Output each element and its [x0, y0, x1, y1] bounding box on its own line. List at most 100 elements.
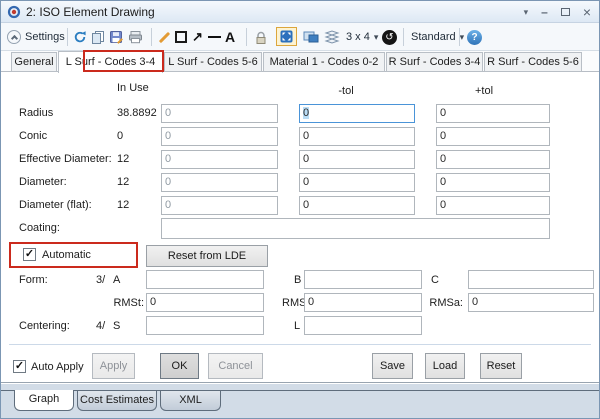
toolbar-separator	[67, 28, 68, 46]
diameter-flat-value-field[interactable]: 0	[161, 196, 278, 215]
toolbar: Settings	[1, 23, 599, 51]
chevron-down-icon: ▾	[460, 32, 465, 43]
form-a-label: A	[113, 274, 120, 286]
toolbar-separator	[246, 28, 247, 46]
reset-view-icon[interactable]: ↺	[382, 26, 397, 48]
settings-button[interactable]: Settings	[7, 26, 65, 48]
rmst-label: RMSt:	[106, 297, 144, 309]
save-icon[interactable]	[109, 26, 123, 48]
tab-r-surf-codes-5-6[interactable]: R Surf - Codes 5-6	[484, 52, 582, 72]
conic-value-field[interactable]: 0	[161, 127, 278, 146]
line-tool-icon[interactable]	[208, 26, 221, 48]
conic-in-use-value: 0	[117, 130, 123, 142]
fit-window-icon[interactable]	[276, 27, 297, 46]
lock-icon[interactable]	[254, 26, 268, 48]
diameter-flat-label: Diameter (flat):	[19, 199, 92, 211]
diameter-minus-tol-field[interactable]: 0	[299, 173, 415, 192]
radius-minus-tol-field[interactable]: 0	[299, 104, 415, 123]
radius-value-field[interactable]: 0	[161, 104, 278, 123]
form-c-label: C	[431, 274, 439, 286]
auto-apply-label: Auto Apply	[31, 361, 84, 373]
rmsi-field[interactable]: 0	[304, 293, 422, 312]
form-a-field[interactable]	[146, 270, 264, 289]
form-c-field[interactable]	[468, 270, 594, 289]
tab-general[interactable]: General	[11, 52, 57, 72]
centering-s-label: S	[113, 320, 120, 332]
radius-plus-tol-field[interactable]: 0	[436, 104, 550, 123]
style-preset-label: Standard	[411, 31, 456, 43]
ok-button[interactable]: OK	[160, 353, 199, 379]
auto-apply-checkbox[interactable]	[13, 360, 26, 373]
section-divider	[9, 344, 591, 345]
reset-button[interactable]: Reset	[480, 353, 522, 379]
window-menu-caret-icon[interactable]: ▾	[524, 1, 529, 23]
pencil-icon[interactable]	[158, 26, 172, 48]
close-button[interactable]: ×	[583, 1, 591, 23]
style-preset-dropdown[interactable]: Standard ▾	[411, 26, 464, 48]
arrow-tool-icon[interactable]: ↗	[192, 26, 203, 48]
automatic-checkbox[interactable]	[23, 248, 36, 261]
column-header-plus-tol: +tol	[464, 85, 504, 97]
effective-diameter-in-use-value: 12	[117, 153, 129, 165]
centering-s-field[interactable]	[146, 316, 264, 335]
reset-from-lde-button[interactable]: Reset from LDE	[146, 245, 268, 267]
text-tool-icon[interactable]: A	[225, 26, 235, 48]
toolbar-separator	[403, 28, 404, 46]
coating-field[interactable]	[161, 218, 550, 239]
conic-plus-tol-field[interactable]: 0	[436, 127, 550, 146]
toolbar-separator	[459, 28, 460, 46]
effective-diameter-value-field[interactable]: 0	[161, 150, 278, 169]
tab-l-surf-codes-5-6[interactable]: L Surf - Codes 5-6	[164, 52, 262, 72]
maximize-button[interactable]	[561, 8, 570, 16]
diameter-plus-tol-field[interactable]: 0	[436, 173, 550, 192]
panel-border	[1, 382, 599, 383]
window-title: 2: ISO Element Drawing	[26, 5, 155, 19]
form-label: Form:	[19, 274, 48, 286]
title-bar: 2: ISO Element Drawing ▾ – ×	[1, 1, 599, 23]
radius-label: Radius	[19, 107, 53, 119]
bottom-tab-xml[interactable]: XML	[160, 391, 221, 411]
window-icon	[7, 5, 21, 19]
column-header-minus-tol: -tol	[326, 85, 366, 97]
effective-diameter-minus-tol-field[interactable]: 0	[299, 150, 415, 169]
effective-diameter-plus-tol-field[interactable]: 0	[436, 150, 550, 169]
tab-r-surf-codes-3-4[interactable]: R Surf - Codes 3-4	[386, 52, 483, 72]
help-icon[interactable]: ?	[467, 26, 482, 48]
copy-icon[interactable]	[91, 26, 105, 48]
print-icon[interactable]	[128, 26, 143, 48]
diameter-value-field[interactable]: 0	[161, 173, 278, 192]
tab-l-surf-codes-3-4[interactable]: L Surf - Codes 3-4	[58, 51, 163, 73]
conic-minus-tol-field[interactable]: 0	[299, 127, 415, 146]
toolbar-separator	[151, 28, 152, 46]
radius-in-use-value: 38.8892	[117, 107, 157, 119]
rmsa-field[interactable]: 0	[468, 293, 594, 312]
iso-element-drawing-window: 2: ISO Element Drawing ▾ – × Settings	[0, 0, 600, 419]
form-b-field[interactable]	[304, 270, 422, 289]
refresh-icon[interactable]	[73, 26, 87, 48]
diameter-in-use-value: 12	[117, 176, 129, 188]
layers-icon[interactable]	[324, 26, 340, 48]
grid-size-label: 3 x 4	[346, 31, 370, 43]
centering-l-field[interactable]	[304, 316, 422, 335]
diameter-flat-in-use-value: 12	[117, 199, 129, 211]
cancel-button[interactable]: Cancel	[208, 353, 263, 379]
tile-windows-icon[interactable]	[303, 26, 319, 48]
chevron-up-icon	[7, 30, 21, 44]
diameter-flat-plus-tol-field[interactable]: 0	[436, 196, 550, 215]
load-button[interactable]: Load	[425, 353, 465, 379]
tab-material-1-codes-0-2[interactable]: Material 1 - Codes 0-2	[263, 52, 385, 72]
rmst-field[interactable]: 0	[146, 293, 264, 312]
bottom-tab-graph[interactable]: Graph	[14, 390, 74, 411]
bottom-tab-cost-estimates[interactable]: Cost Estimates	[77, 391, 157, 411]
centering-label: Centering:	[19, 320, 70, 332]
form-code: 3/	[96, 274, 105, 286]
grid-size-dropdown[interactable]: 3 x 4 ▾	[346, 26, 378, 48]
save-button[interactable]: Save	[372, 353, 413, 379]
column-header-in-use: In Use	[117, 82, 149, 94]
minimize-button[interactable]: –	[541, 1, 548, 23]
conic-label: Conic	[19, 130, 47, 142]
centering-l-label: L	[294, 320, 300, 332]
apply-button[interactable]: Apply	[92, 353, 135, 379]
diameter-flat-minus-tol-field[interactable]: 0	[299, 196, 415, 215]
rectangle-tool-icon[interactable]	[175, 26, 187, 48]
